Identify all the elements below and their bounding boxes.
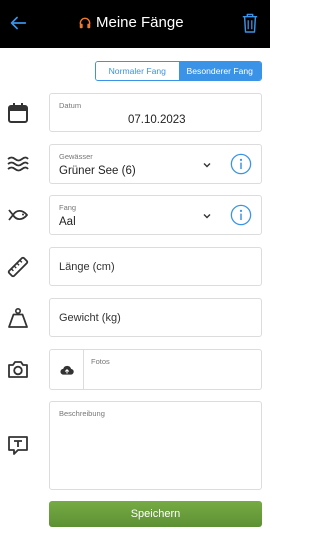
- back-arrow-icon[interactable]: [7, 12, 29, 34]
- water-waves-icon: [7, 156, 29, 172]
- ruler-icon: [7, 256, 29, 278]
- top-bar: Meine Fänge: [0, 0, 270, 48]
- page-title: Meine Fänge: [96, 14, 184, 31]
- cloud-upload-icon: [59, 365, 74, 375]
- weight-placeholder: Gewicht (kg): [59, 312, 121, 324]
- length-placeholder: Länge (cm): [59, 261, 115, 273]
- water-info-icon[interactable]: [230, 153, 252, 175]
- text-comment-icon: [8, 436, 28, 455]
- date-label: Datum: [59, 101, 82, 110]
- chevron-down-icon: [203, 163, 211, 168]
- catch-type-toggle: Normaler Fang Besonderer Fang: [95, 61, 262, 81]
- water-value: Grüner See (6): [59, 165, 136, 177]
- weight-icon: [8, 307, 28, 328]
- description-textarea[interactable]: Beschreibung: [49, 401, 262, 490]
- catch-label: Fang: [59, 203, 77, 212]
- toggle-normal-catch[interactable]: Normaler Fang: [96, 62, 179, 80]
- catch-value: Aal: [59, 216, 76, 228]
- length-input[interactable]: Länge (cm): [49, 247, 262, 286]
- catch-info-icon[interactable]: [230, 204, 252, 226]
- page-title-wrap: Meine Fänge: [78, 14, 184, 31]
- headphones-icon: [79, 17, 91, 28]
- water-label: Gewässer: [59, 152, 93, 161]
- toggle-special-catch[interactable]: Besonderer Fang: [178, 62, 261, 80]
- trash-icon[interactable]: [241, 12, 259, 34]
- calendar-icon: [8, 103, 28, 123]
- photos-field[interactable]: Fotos: [49, 349, 262, 390]
- save-button[interactable]: Speichern: [49, 501, 262, 527]
- description-label: Beschreibung: [59, 409, 105, 418]
- date-field[interactable]: Datum 07.10.2023: [49, 93, 262, 132]
- date-value: 07.10.2023: [128, 114, 186, 126]
- weight-input[interactable]: Gewicht (kg): [49, 298, 262, 337]
- camera-icon: [8, 361, 28, 378]
- photos-label: Fotos: [91, 357, 110, 366]
- photo-upload-button[interactable]: [50, 350, 84, 390]
- chevron-down-icon: [203, 214, 211, 219]
- fish-icon: [8, 209, 28, 221]
